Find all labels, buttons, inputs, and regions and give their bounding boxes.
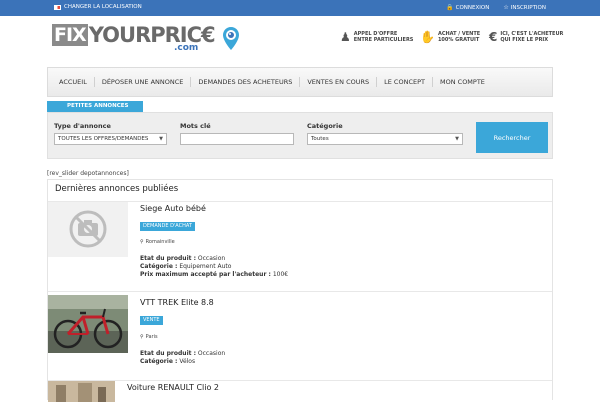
change-location-label: CHANGER LA LOCALISATION — [64, 4, 142, 10]
feature-line2: ENTRE PARTICULIERS — [353, 37, 414, 43]
location-pin-icon: ⚲ — [140, 239, 144, 245]
star-icon: ☆ — [503, 4, 509, 11]
slider-shortcode-text: [rev_slider depotannonces] — [47, 170, 129, 177]
category-value: Vélos — [179, 358, 196, 365]
feature-free: ✋ ACHAT / VENTE 100% GRATUIT — [420, 31, 480, 43]
login-label: CONNEXION — [455, 4, 490, 11]
chevron-down-icon: ▼ — [455, 136, 459, 142]
nav-item-home[interactable]: ACCUEIL — [52, 77, 95, 87]
signup-link[interactable]: ☆ INSCRIPTION — [503, 4, 546, 11]
ad-card[interactable]: VTT TREK Elite 8.8 VENTE ⚲ Paris Etat du… — [48, 291, 552, 380]
people-icon: ♟ — [340, 30, 351, 44]
ad-card[interactable]: Voiture RENAULT Clio 2 — [48, 380, 552, 402]
nav-item-account[interactable]: MON COMPTE — [433, 77, 492, 87]
panel-title: Dernières annonces publiées — [55, 184, 179, 194]
signup-label: INSCRIPTION — [510, 4, 546, 11]
type-select-value: TOUTES LES OFFRES/DEMANDES — [58, 136, 149, 142]
ad-details: Etat du produit : Occasion Catégorie : E… — [140, 255, 288, 279]
bicycle-photo — [48, 295, 128, 353]
main-nav: ACCUEIL DÉPOSER UNE ANNONCE DEMANDES DES… — [47, 67, 553, 97]
ad-card[interactable]: Siege Auto bébé DEMANDE D'ACHAT ⚲ Romain… — [48, 201, 552, 291]
nav-item-post-ad[interactable]: DÉPOSER UNE ANNONCE — [95, 77, 192, 87]
category-label: Catégorie : — [140, 358, 178, 365]
ad-type-badge: VENTE — [140, 316, 163, 325]
state-label: Etat du produit : — [140, 350, 196, 357]
category-select-value: Toutes — [311, 136, 329, 142]
no-photo-icon — [48, 202, 128, 257]
category-value: Equipement Auto — [179, 263, 232, 270]
chevron-down-icon: ▼ — [159, 136, 163, 142]
ad-city: Romainville — [145, 239, 175, 245]
nav-item-current-sales[interactable]: VENTES EN COURS — [300, 77, 378, 87]
type-label: Type d'annonce — [54, 122, 111, 130]
login-link[interactable]: 🔒 CONNEXION — [446, 4, 489, 11]
feature-line2: 100% GRATUIT — [437, 37, 480, 43]
ad-title[interactable]: Voiture RENAULT Clio 2 — [127, 383, 219, 392]
search-panel: Type d'annonce TOUTES LES OFFRES/DEMANDE… — [47, 112, 553, 159]
category-label: Catégorie : — [140, 263, 178, 270]
max-price-label: Prix maximum accepté par l'acheteur : — [140, 271, 271, 278]
logo-com-text: .com — [174, 43, 199, 53]
car-photo — [48, 381, 115, 402]
keywords-label: Mots clé — [180, 122, 211, 130]
top-bar: CHANGER LA LOCALISATION 🔒 CONNEXION ☆ IN… — [0, 0, 600, 16]
map-pin-icon — [223, 27, 239, 50]
type-select[interactable]: TOUTES LES OFFRES/DEMANDES ▼ — [54, 133, 167, 145]
state-value: Occasion — [197, 350, 226, 357]
search-button[interactable]: Rechercher — [476, 122, 548, 153]
flag-icon — [54, 4, 61, 10]
change-location-link[interactable]: CHANGER LA LOCALISATION — [54, 4, 142, 10]
state-label: Etat du produit : — [140, 255, 196, 262]
logo-fix-text: FIX — [52, 24, 88, 46]
thumbs-up-icon: ✋ — [420, 30, 435, 44]
ad-title[interactable]: Siege Auto bébé — [140, 204, 206, 213]
ad-details: Etat du produit : Occasion Catégorie : V… — [140, 350, 225, 366]
lock-icon: 🔒 — [446, 4, 454, 11]
site-logo[interactable]: FIX YOURPRIC€ .com — [52, 24, 216, 54]
state-value: Occasion — [197, 255, 226, 262]
nav-item-buyer-requests[interactable]: DEMANDES DES ACHETEURS — [191, 77, 301, 87]
latest-ads-panel: Dernières annonces publiées Siege Auto b… — [47, 179, 553, 402]
category-select[interactable]: Toutes ▼ — [307, 133, 463, 145]
location-pin-icon: ⚲ — [140, 334, 144, 340]
feature-line2: QUI FIXE LE PRIX — [500, 37, 549, 43]
max-price-value: 100€ — [272, 271, 289, 278]
search-tab[interactable]: PETITES ANNONCES — [47, 101, 143, 112]
nav-item-concept[interactable]: LE CONCEPT — [377, 77, 433, 87]
feature-buyer-price: € ICI, C'EST L'ACHETEUR QUI FIXE LE PRIX — [489, 31, 563, 43]
ad-type-badge: DEMANDE D'ACHAT — [140, 222, 195, 231]
ad-title[interactable]: VTT TREK Elite 8.8 — [140, 298, 214, 307]
category-label: Catégorie — [307, 122, 343, 130]
feature-tender: ♟ APPEL D'OFFRE ENTRE PARTICULIERS — [340, 31, 413, 43]
ad-city: Paris — [145, 334, 158, 340]
euro-icon: € — [489, 30, 498, 44]
keywords-input[interactable] — [180, 133, 294, 145]
